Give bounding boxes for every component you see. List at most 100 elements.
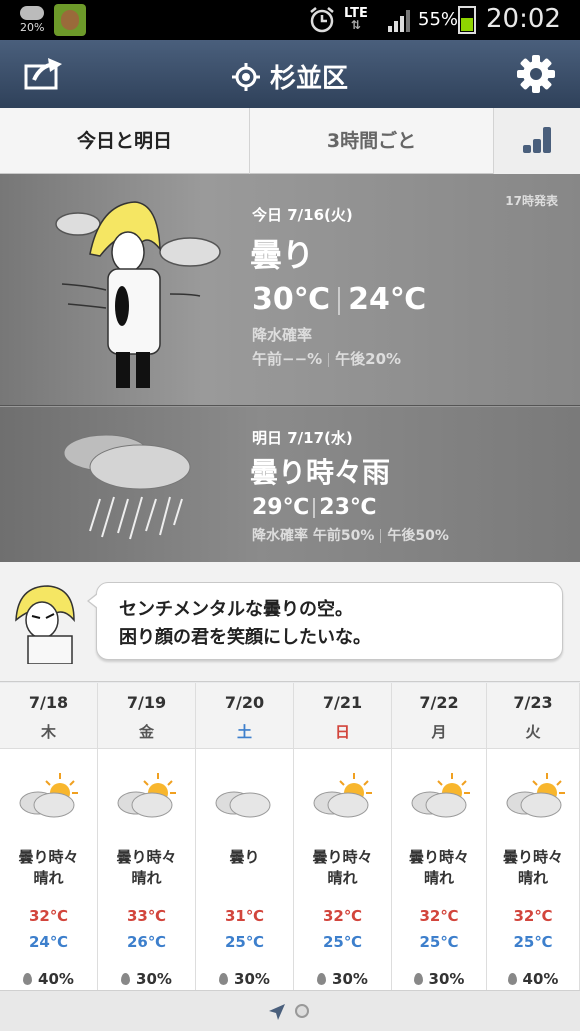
today-panel[interactable]: 17時発表 今日 7/16(火) 曇り 30℃ 24℃ 降水確率 午前−−% 午後2… [0, 174, 580, 406]
forecast-date: 7/21 [322, 693, 363, 712]
forecast-rain-pct: 30% [234, 970, 270, 988]
forecast-low: 24℃ [28, 933, 69, 951]
forecast-condition-line-1: 曇り時々 [312, 848, 373, 866]
forecast-weekday: 火 [525, 723, 541, 741]
tomorrow-temps: 29℃ 23℃ [252, 495, 377, 520]
forecast-day[interactable]: 7/21 日曇り時々 晴れ 32℃ 25℃ 30% [294, 683, 392, 990]
today-high: 30℃ [252, 282, 331, 317]
forecast-weekday: 月 [431, 723, 447, 741]
today-precip-am: 午前−−% [252, 350, 323, 368]
forecast-high: 32℃ [419, 907, 459, 925]
forecast-day[interactable]: 7/19 金曇り時々 晴れ 33℃ 26℃ 30% [98, 683, 196, 990]
raindrop-icon [507, 973, 517, 985]
bottom-bar [0, 990, 580, 1031]
forecast-low: 25℃ [224, 933, 265, 951]
app-header: 杉並区 [0, 40, 580, 108]
cloud-sun-icon [19, 773, 78, 818]
tab-today-tomorrow[interactable]: 今日と明日 [0, 108, 249, 174]
forecast-day[interactable]: 7/22 月曇り時々 晴れ 32℃ 25℃ 30% [392, 683, 487, 990]
forecast-condition: 曇り時々 晴れ [294, 847, 391, 889]
location-icon [231, 63, 260, 91]
forecast-day[interactable]: 7/20 土曇り 31℃ 25℃ 30% [196, 683, 294, 990]
forecast-condition-line-1: 曇り [229, 848, 260, 866]
gear-icon[interactable] [516, 54, 556, 94]
forecast-weekday: 土 [236, 723, 252, 741]
forecast-day-header: 7/22 月 [392, 683, 486, 749]
today-precip-label: 降水確率 [252, 326, 313, 344]
raindrop-icon [413, 973, 423, 985]
cloud-sun-icon [313, 773, 372, 818]
forecast-rain: 30% [294, 970, 391, 988]
weather-notification-pct: 20% [20, 21, 45, 34]
raindrop-icon [219, 973, 229, 985]
forecast-high: 32℃ [322, 907, 363, 925]
battery-percent: 55% [418, 9, 459, 30]
tomorrow-precip-pm: 午後50% [387, 528, 449, 544]
forecast-rain: 40% [0, 970, 97, 988]
cloud-icon [215, 791, 271, 818]
forecast-day-header: 7/19 金 [98, 683, 195, 749]
forecast-rain-pct: 40% [38, 970, 74, 988]
forecast-condition: 曇り時々 晴れ [392, 847, 486, 889]
clock: 20:02 [486, 4, 561, 34]
cloud-sun-icon [117, 773, 176, 818]
forecast-condition-line-2: 晴れ [33, 869, 64, 887]
tomorrow-precip-label: 降水確率 [252, 528, 308, 544]
forecast-date: 7/23 [513, 693, 553, 712]
forecast-weekday: 木 [40, 723, 56, 741]
cloud-sun-icon [506, 773, 565, 818]
forecast-rain: 40% [487, 970, 579, 988]
forecast-condition-line-1: 曇り時々 [408, 848, 469, 866]
forecast-day[interactable]: 7/18 木曇り時々晴れ 32℃ 24℃ 40% [0, 683, 98, 990]
forecast-high: 31℃ [224, 907, 265, 925]
forecast-low: 25℃ [513, 933, 553, 951]
tab-three-hourly[interactable]: 3時間ごと [249, 108, 493, 174]
raindrop-icon [121, 973, 131, 985]
forecast-condition: 曇り時々 晴れ [98, 847, 195, 889]
forecast-condition: 曇り [196, 847, 293, 868]
forecast-condition-line-1: 曇り時々 [18, 848, 79, 866]
today-precip-pm: 午後20% [335, 350, 402, 368]
tab-graph[interactable] [493, 108, 580, 174]
forecast-rain-pct: 30% [136, 970, 172, 988]
forecast-low: 25℃ [419, 933, 459, 951]
tomorrow-low: 23℃ [319, 495, 377, 520]
tomorrow-panel[interactable]: 明日 7/17(水) 曇り時々雨 29℃ 23℃ 降水確率 午前50% 午後50% [0, 406, 580, 562]
forecast-day-header: 7/20 土 [196, 683, 293, 749]
tomorrow-date: 明日 7/17(水) [252, 429, 353, 447]
forecast-weekday: 日 [334, 723, 350, 741]
today-precip: 午前−−% 午後20% [252, 348, 401, 369]
forecast-condition-line-2: 晴れ [131, 869, 162, 887]
forecast-rain-pct: 30% [428, 970, 465, 988]
forecast-high: 32℃ [28, 907, 69, 925]
cloud-sun-icon [411, 773, 470, 818]
character-illustration [55, 201, 221, 388]
network-indicator: LTE ⇅ [344, 6, 368, 32]
tomorrow-high: 29℃ [252, 495, 310, 520]
graph-icon [523, 127, 551, 153]
forecast-condition-line-1: 曇り時々 [502, 848, 563, 866]
forecast-low: 26℃ [126, 933, 167, 951]
today-date: 今日 7/16(火) [252, 206, 353, 224]
forecast-condition-line-2: 晴れ [517, 869, 548, 887]
raindrop-icon [23, 973, 33, 985]
location-title[interactable]: 杉並区 [0, 58, 580, 95]
forecast-rain-pct: 40% [522, 970, 559, 988]
forecast-day-header: 7/21 日 [294, 683, 391, 749]
forecast-high: 33℃ [126, 907, 167, 925]
forecast-day[interactable]: 7/23 火曇り時々 晴れ 32℃ 25℃ 40% [487, 683, 580, 990]
battery-icon [458, 6, 476, 34]
cloud-rain-icon [63, 434, 191, 540]
forecast-day-header: 7/18 木 [0, 683, 97, 749]
forecast-rain: 30% [392, 970, 486, 988]
character-avatar [15, 585, 75, 664]
issued-time: 17時発表 [505, 194, 558, 208]
weather-notification-icon: 20% [6, 3, 46, 37]
forecast-condition: 曇り時々 晴れ [487, 847, 579, 889]
location-arrow-icon[interactable] [268, 1003, 286, 1021]
tomorrow-condition: 曇り時々雨 [250, 456, 391, 489]
forecast-condition-line-2: 晴れ [327, 869, 358, 887]
tomorrow-precip-am: 午前50% [312, 528, 375, 544]
status-bar: 20% LTE ⇅ 55% 20:02 [0, 0, 580, 40]
forecast-rain: 30% [98, 970, 195, 988]
